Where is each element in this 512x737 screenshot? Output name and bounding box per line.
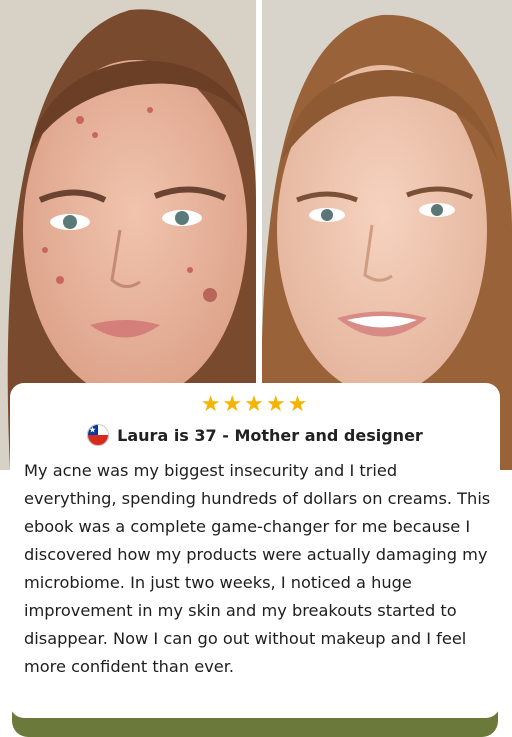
reviewer-row: Laura is 37 - Mother and designer xyxy=(10,423,500,447)
rating-stars: ★★★★★ xyxy=(200,392,310,417)
reviewer-name: Laura is 37 - Mother and designer xyxy=(117,425,423,445)
testimonial-card: ★★★★★ Laura is 37 - Mother and designer … xyxy=(10,383,500,718)
review-text: My acne was my biggest insecurity and I … xyxy=(24,461,491,676)
chile-flag-icon xyxy=(87,424,110,446)
